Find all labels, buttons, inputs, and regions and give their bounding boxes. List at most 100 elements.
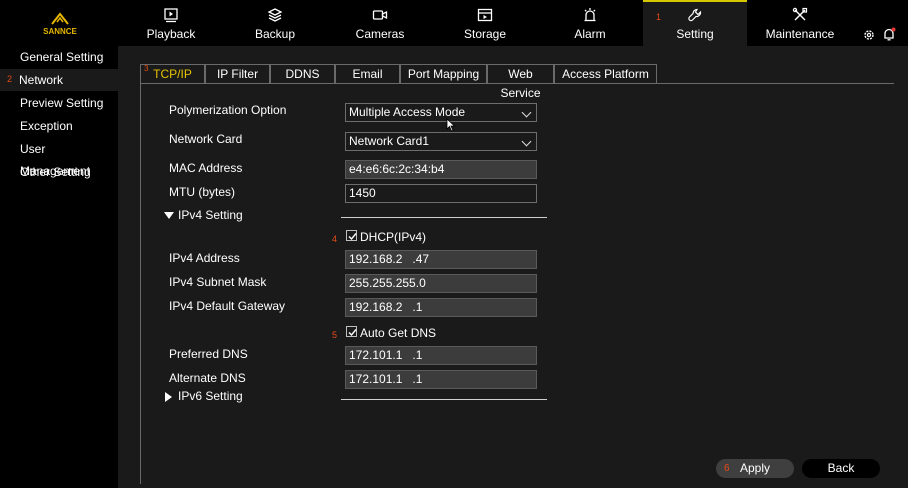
tab-label: TCP/IP [153,67,192,81]
polymerization-option-value: Multiple Access Mode [349,105,466,119]
content-border-left [140,64,141,484]
tab-ip-filter[interactable]: IP Filter [205,64,270,83]
nav-cameras[interactable]: Cameras [328,0,432,46]
sidebar-item-other-setting[interactable]: Other Setting [0,161,118,183]
sidebar-item-label: Exception [20,119,73,133]
dhcp-checkbox[interactable] [346,230,357,241]
tab-ddns[interactable]: DDNS [270,64,335,83]
dhcp-label: DHCP(IPv4) [360,230,427,244]
auto-dns-label: Auto Get DNS [360,326,437,340]
gear-icon[interactable] [862,28,876,42]
sidebar-item-exception[interactable]: Exception [0,115,118,137]
checkmark-icon [348,329,357,337]
sidebar-item-label: Preview Setting [20,96,104,110]
network-card-select[interactable]: Network Card1 [345,132,537,151]
mtu-input[interactable]: 1450 [345,184,537,203]
network-card-label: Network Card [169,132,243,146]
logo-text: SANNCE [43,27,77,36]
tab-label: Web Service [500,67,541,100]
default-gateway-label: IPv4 Default Gateway [169,299,286,313]
default-gateway-field[interactable]: 192.168.2 .1 [345,298,537,317]
nav-cameras-label: Cameras [355,27,405,41]
mouse-cursor-icon [446,118,456,132]
ipv6-section-divider [341,399,547,400]
tab-label: Access Platform [562,67,649,81]
back-button-label: Back [827,461,855,475]
nav-storage-label: Storage [463,27,507,41]
sidebar-item-network[interactable]: 2 Network [0,69,118,91]
sidebar-item-general-setting[interactable]: General Setting [0,46,118,68]
sidebar: General Setting 2 Network Preview Settin… [0,46,118,488]
tab-email[interactable]: Email [335,64,400,83]
subnet-mask-value: 255.255.255.0 [349,276,426,290]
auto-dns-checkbox[interactable] [346,326,357,337]
step-badge-4: 4 [332,234,338,244]
tab-port-mapping[interactable]: Port Mapping [400,64,487,83]
ipv6-section-title[interactable]: IPv6 Setting [178,389,243,403]
system-icons [862,27,902,43]
alarm-icon [584,8,596,22]
camera-icon [372,10,388,20]
nav-setting-label: Setting [676,27,714,41]
mac-address-field: e4:e6:6c:2c:34:b4 [345,160,537,179]
sidebar-item-user-management[interactable]: User Management [0,138,118,178]
ipv4-address-field[interactable]: 192.168.2 .47 [345,250,537,269]
mtu-value: 1450 [349,186,376,200]
ipv4-section-title[interactable]: IPv4 Setting [178,208,243,222]
network-card-value: Network Card1 [349,134,430,148]
top-nav-bar: SANNCE Playback Backup Cameras Storage A… [0,0,908,46]
apply-button[interactable]: 6 Apply [716,459,794,478]
nav-maintenance-label: Maintenance [765,27,835,41]
sidebar-item-label: Network [19,73,64,87]
nav-playback[interactable]: Playback [119,0,223,46]
preferred-dns-field[interactable]: 172.101.1 .1 [345,346,537,365]
tab-tcp-ip[interactable]: 3 TCP/IP [141,64,205,83]
mtu-label: MTU (bytes) [169,185,235,199]
nav-alarm[interactable]: Alarm [538,0,642,46]
step-badge-3: 3 [144,64,149,73]
layers-icon [267,8,283,22]
mac-address-label: MAC Address [169,161,243,175]
polymerization-option-label: Polymerization Option [169,103,287,117]
chevron-down-icon [521,136,532,147]
nav-alarm-label: Alarm [574,27,606,41]
nav-setting[interactable]: 1 Setting [643,0,747,46]
sidebar-item-label: Other Setting [20,165,91,179]
tab-label: DDNS [285,67,320,81]
nav-playback-label: Playback [146,27,196,41]
nav-backup[interactable]: Backup [223,0,327,46]
checkmark-icon [348,233,357,241]
ipv4-address-label: IPv4 Address [169,251,240,265]
expand-triangle-icon[interactable] [165,392,172,402]
alternate-dns-field[interactable]: 172.101.1 .1 [345,370,537,389]
tab-label: IP Filter [216,67,259,81]
tab-web-service[interactable]: Web Service [487,64,554,100]
tools-icon [792,7,808,21]
default-gateway-value: 192.168.2 .1 [349,300,423,314]
tab-access-platform[interactable]: Access Platform [554,64,657,83]
step-badge-5: 5 [332,330,338,340]
tab-label: Port Mapping [407,67,480,81]
playback-icon [164,8,178,23]
ipv4-address-value: 192.168.2 .47 [349,252,430,266]
nav-storage[interactable]: Storage [433,0,537,46]
sidebar-item-label: General Setting [20,50,104,64]
storage-icon [477,8,493,22]
back-button[interactable]: Back [802,459,880,478]
nav-backup-label: Backup [254,27,296,41]
settings-icon [688,8,702,22]
mac-address-value: e4:e6:6c:2c:34:b4 [349,162,445,176]
logo-icon [51,12,69,25]
subnet-mask-field[interactable]: 255.255.255.0 [345,274,537,293]
sidebar-item-preview-setting[interactable]: Preview Setting [0,92,118,114]
preferred-dns-label: Preferred DNS [169,347,248,361]
step-badge-2: 2 [7,74,13,84]
collapse-triangle-icon[interactable] [164,212,174,219]
ipv4-section-divider [341,217,547,218]
bell-icon[interactable] [882,27,896,41]
nav-maintenance[interactable]: Maintenance [748,0,852,46]
tab-label: Email [352,67,383,81]
polymerization-option-select[interactable]: Multiple Access Mode [345,103,537,122]
step-badge-1: 1 [656,12,662,22]
subnet-mask-label: IPv4 Subnet Mask [169,275,267,289]
